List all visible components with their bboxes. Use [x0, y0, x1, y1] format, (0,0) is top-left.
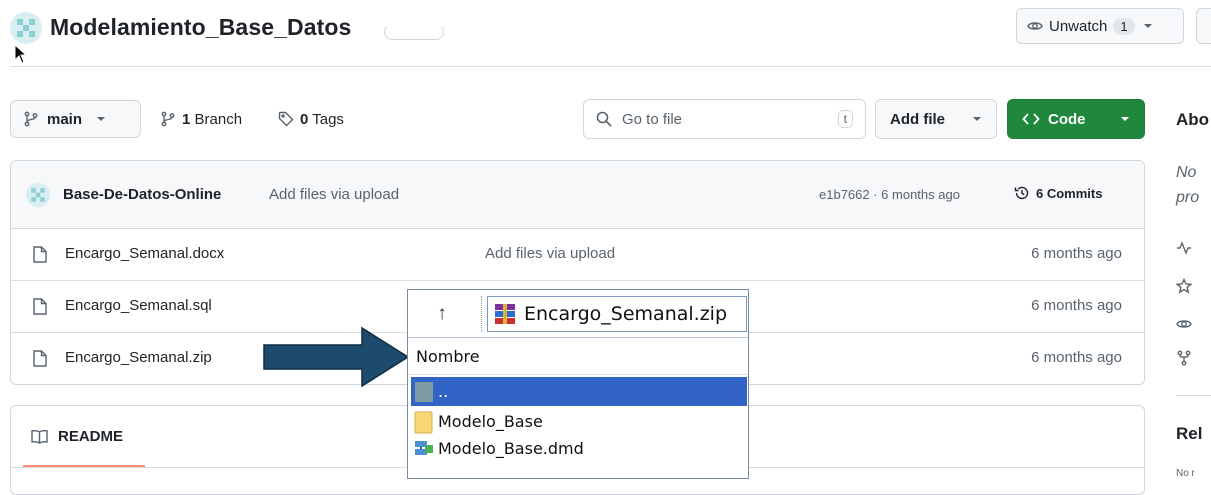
file-date: 6 months ago [1031, 349, 1122, 366]
readme-label: README [58, 428, 124, 445]
releases-heading[interactable]: Rel [1176, 424, 1202, 444]
file-commit-message[interactable]: Add files via upload [485, 245, 615, 262]
book-icon [31, 429, 48, 444]
eye-icon[interactable] [1176, 316, 1192, 332]
commit-message[interactable]: Add files via upload [269, 186, 399, 203]
commit-hash-time[interactable]: e1b7662 · 6 months ago [819, 187, 960, 202]
tag-count: 0 [300, 110, 309, 128]
list-item[interactable]: .. [411, 377, 747, 406]
file-icon [33, 246, 47, 263]
about-heading: Abo [1176, 110, 1210, 129]
archive-path-field[interactable]: Encargo_Semanal.zip [487, 296, 747, 332]
latest-commit-bar: Base-De-Datos-Online Add files via uploa… [11, 161, 1144, 229]
add-file-label: Add file [890, 110, 945, 128]
fork-icon[interactable] [1176, 350, 1192, 366]
list-item-label: .. [438, 382, 449, 401]
commit-author[interactable]: Base-De-Datos-Online [63, 186, 221, 203]
list-item[interactable]: Modelo_Base [411, 407, 747, 436]
column-header-name[interactable]: Nombre [416, 347, 480, 366]
parent-folder-icon [414, 380, 434, 404]
winrar-archive-icon [494, 303, 516, 325]
readme-tab[interactable]: README [31, 428, 123, 445]
sidebar-divider [1176, 395, 1211, 396]
header-divider [10, 66, 1211, 67]
go-to-file-input[interactable]: Go to file t [583, 99, 866, 139]
star-icon[interactable] [1176, 278, 1192, 294]
file-date: 6 months ago [1031, 245, 1122, 262]
watch-count: 1 [1113, 17, 1135, 35]
list-item-label: Modelo_Base [438, 412, 543, 431]
file-name[interactable]: Encargo_Semanal.zip [65, 349, 212, 366]
branch-selector[interactable]: main [10, 100, 141, 138]
up-arrow-icon[interactable]: ↑ [414, 298, 470, 330]
table-row[interactable]: Encargo_Semanal.docx Add files via uploa… [11, 229, 1144, 281]
file-name[interactable]: Encargo_Semanal.sql [65, 297, 212, 314]
toolbar-separator [481, 296, 482, 332]
about-description: No pro [1176, 160, 1211, 210]
code-label: Code [1048, 110, 1086, 128]
releases-note: No r [1176, 468, 1195, 479]
branch-label: Branch [194, 110, 243, 128]
code-icon [1022, 112, 1040, 126]
about-description-line: pro [1176, 189, 1200, 206]
caret-down-icon [1143, 23, 1153, 29]
search-icon [596, 111, 612, 127]
mouse-cursor-icon [14, 44, 28, 64]
fork-button[interactable] [1196, 8, 1211, 44]
file-icon [33, 350, 47, 367]
about-description-line: No [1176, 164, 1197, 181]
explorer-toolbar: ↑ Encargo_Semanal.zip [408, 290, 748, 338]
branches-link[interactable]: 1 Branch [160, 100, 242, 138]
avatar[interactable] [26, 183, 50, 207]
caret-down-icon [1120, 116, 1130, 122]
unwatch-button[interactable]: Unwatch 1 [1016, 8, 1184, 44]
branch-name: main [47, 110, 83, 128]
file-name[interactable]: Encargo_Semanal.docx [65, 245, 224, 262]
list-item[interactable]: Modelo_Base.dmd [411, 434, 747, 463]
archive-explorer-window: ↑ Encargo_Semanal.zip Nombre .. Modelo_B… [407, 289, 749, 479]
git-branch-icon [23, 111, 39, 127]
caret-down-icon [972, 116, 982, 122]
git-branch-icon [160, 111, 176, 127]
commits-count-label: 6 Commits [1036, 185, 1103, 201]
list-item-label: Modelo_Base.dmd [438, 439, 584, 458]
tags-link[interactable]: 0 Tags [278, 100, 344, 138]
branch-count: 1 [182, 110, 191, 128]
archive-path-text: Encargo_Semanal.zip [524, 303, 728, 325]
commits-history-link[interactable]: 6 Commits [1014, 185, 1102, 201]
repo-owner-avatar[interactable] [10, 12, 42, 44]
activity-icon[interactable] [1176, 240, 1192, 256]
repo-title[interactable]: Modelamiento_Base_Datos [50, 14, 351, 41]
keyboard-shortcut-hint: t [837, 110, 853, 128]
go-to-file-placeholder: Go to file [622, 110, 683, 128]
file-icon [33, 298, 47, 315]
file-date: 6 months ago [1031, 297, 1122, 314]
code-button[interactable]: Code [1007, 99, 1145, 139]
tag-label: Tags [312, 110, 344, 128]
add-file-button[interactable]: Add file [875, 99, 997, 139]
column-header-divider [408, 374, 748, 375]
unwatch-label: Unwatch [1049, 17, 1108, 35]
annotation-arrow-icon [262, 326, 410, 388]
eye-icon [1027, 18, 1043, 34]
history-icon [1014, 185, 1030, 201]
tag-icon [278, 111, 294, 127]
caret-down-icon [96, 116, 106, 122]
folder-icon [414, 410, 434, 434]
visibility-badge [384, 24, 444, 40]
dmd-file-icon [414, 439, 434, 459]
